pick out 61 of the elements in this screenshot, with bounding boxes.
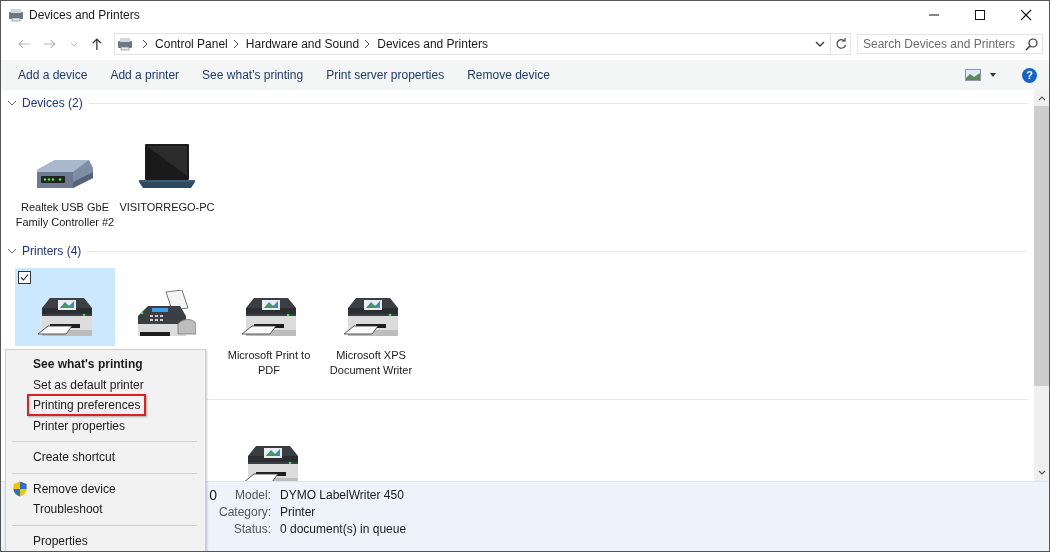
menu-item[interactable]: Printer properties xyxy=(33,416,126,435)
command-button[interactable]: Print server properties xyxy=(315,64,456,86)
menu-item[interactable]: Printing preferences xyxy=(27,394,147,417)
scroll-down-icon xyxy=(1037,470,1046,476)
detail-label: Status: xyxy=(232,521,271,538)
address-bar[interactable]: Control Panel Hardware and Sound Devices and Printers xyxy=(114,33,832,55)
chevron-right-icon xyxy=(141,39,150,49)
refresh-icon xyxy=(834,38,847,50)
menu-item[interactable]: Remove device xyxy=(33,479,116,498)
collapse-chevron-icon[interactable] xyxy=(7,247,17,255)
command-button[interactable]: Add a device xyxy=(7,64,99,86)
command-button[interactable]: See what's printing xyxy=(191,64,315,86)
detail-value: DYMO LabelWriter 450 xyxy=(280,487,405,504)
section-header[interactable]: Devices (2) xyxy=(22,96,83,110)
close-icon xyxy=(1020,9,1032,21)
breadcrumb[interactable]: Devices and Printers xyxy=(377,37,488,51)
scroll-up-icon xyxy=(1037,95,1046,101)
shield-icon xyxy=(12,480,27,497)
device-name: 0 xyxy=(209,487,217,503)
printer-icon xyxy=(242,298,296,336)
breadcrumb[interactable]: Control Panel xyxy=(155,37,228,51)
picture-view-icon xyxy=(965,69,981,81)
vertical-scrollbar[interactable] xyxy=(1034,90,1049,481)
fax-machine-icon xyxy=(138,290,196,336)
caret-icon xyxy=(990,73,996,77)
device-label: Realtek USB GbE Family Controller #2 xyxy=(15,200,115,230)
window-title: Devices and Printers xyxy=(29,8,140,22)
menu-item[interactable]: Set as default printer xyxy=(33,375,144,394)
menu-item[interactable]: See what's printing xyxy=(33,355,143,374)
chevron-right-icon xyxy=(363,39,372,49)
device-label: VISITORREGO-PC xyxy=(118,200,216,215)
device-tile[interactable]: VISITORREGO-PC xyxy=(117,120,217,221)
detail-value: 0 document(s) in queue xyxy=(280,521,407,538)
section-header[interactable]: Printers (4) xyxy=(22,244,82,258)
printer-icon xyxy=(38,298,92,336)
detail-label: Model: xyxy=(233,487,271,504)
collapse-chevron-icon[interactable] xyxy=(7,99,17,107)
breadcrumb[interactable]: Hardware and Sound xyxy=(245,37,360,51)
command-button[interactable]: Add a printer xyxy=(99,64,191,86)
search-icon xyxy=(1025,38,1038,51)
detail-value: Printer xyxy=(280,504,317,521)
laptop-icon xyxy=(139,144,195,188)
device-tile[interactable]: Microsoft Print to PDF xyxy=(219,268,319,384)
refresh-button[interactable] xyxy=(831,33,851,55)
device-label: Microsoft Print to PDF xyxy=(226,348,312,378)
menu-item[interactable]: Properties xyxy=(33,531,88,550)
help-button[interactable]: ? xyxy=(1022,67,1037,83)
device-tile[interactable]: Realtek USB GbE Family Controller #2 xyxy=(15,120,115,236)
detail-label: Category: xyxy=(217,504,271,521)
maximize-icon xyxy=(974,9,986,21)
menu-item[interactable]: Create shortcut xyxy=(33,448,116,467)
chevron-right-icon xyxy=(231,39,240,49)
command-button[interactable]: Remove device xyxy=(456,64,561,86)
router-icon xyxy=(37,160,93,188)
device-label: Microsoft XPS Document Writer xyxy=(328,348,414,378)
checkbox[interactable] xyxy=(18,271,31,284)
device-tile[interactable] xyxy=(15,268,115,346)
menu-item[interactable]: Troubleshoot xyxy=(33,500,103,519)
printer-icon xyxy=(344,298,398,336)
device-tile[interactable]: Microsoft XPS Document Writer xyxy=(321,268,421,384)
search-field[interactable]: Search Devices and Printers xyxy=(857,34,1043,54)
